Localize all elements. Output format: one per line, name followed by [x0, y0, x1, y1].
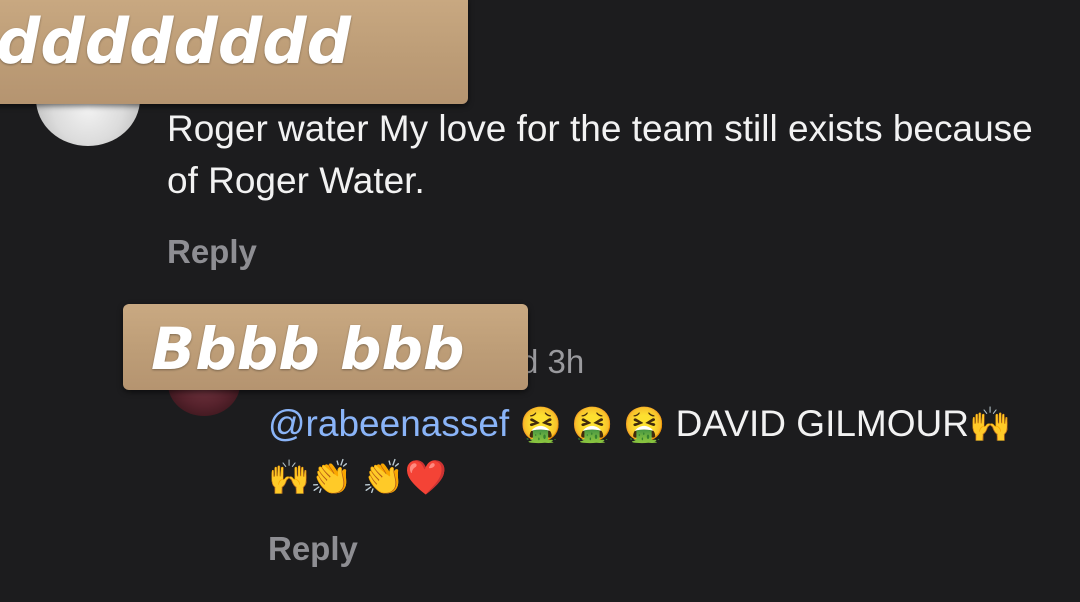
comment-meta: d 3h	[520, 342, 584, 382]
comment-thread: Roger water My love for the team still e…	[0, 0, 1080, 602]
emoji-group: 🤮 🤮 🤮	[519, 406, 666, 444]
mention-link[interactable]: @rabeenassef	[268, 403, 509, 444]
redaction-sticker: Bbbb bbb	[123, 304, 528, 390]
comment-text: Roger water My love for the team still e…	[167, 108, 1033, 201]
comment-body: DAVID GILMOUR	[665, 403, 969, 444]
reply-button[interactable]: Reply	[167, 232, 257, 272]
comment-text: @rabeenassef 🤮 🤮 🤮 DAVID GILMOUR🙌🙌👏 👏❤️	[268, 398, 1028, 504]
reply-button[interactable]: Reply	[268, 529, 358, 569]
redaction-sticker: dddddddd	[0, 0, 468, 104]
timestamp: 3h	[547, 343, 585, 380]
